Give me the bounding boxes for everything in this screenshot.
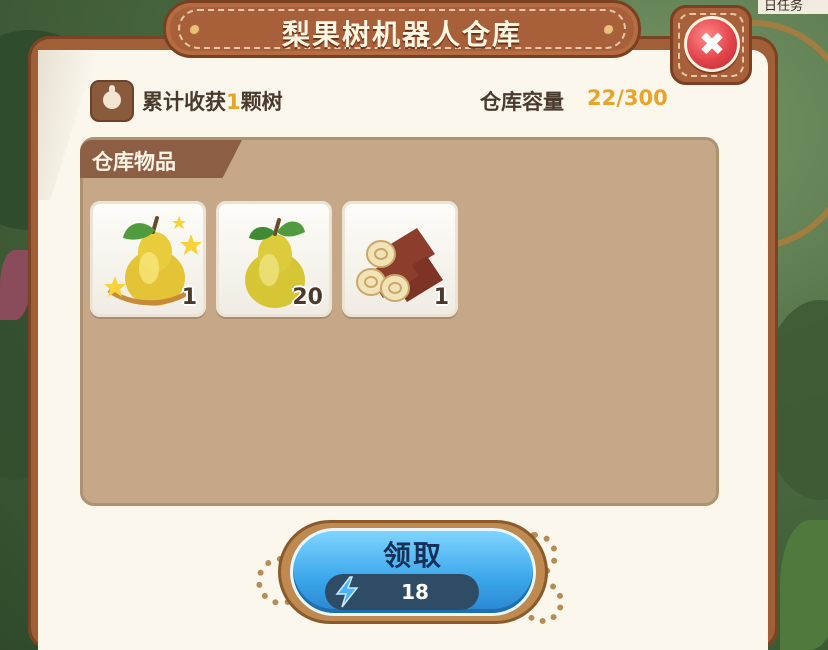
corner-task-label: 日任务: [758, 0, 828, 14]
item-count: 1: [433, 285, 449, 310]
capacity-value: 22/300: [587, 86, 668, 110]
energy-cost-value: 18: [401, 580, 429, 604]
close-button-holder: ✖: [670, 5, 752, 85]
title-banner: 梨果树机器人仓库: [163, 0, 641, 58]
harvest-bag-icon: [90, 80, 134, 122]
window-title: 梨果树机器人仓库: [281, 18, 522, 51]
item-slot-golden-pear[interactable]: 1: [90, 201, 206, 317]
item-slot-pear[interactable]: 20: [216, 201, 332, 317]
item-slot-wood-logs[interactable]: 1: [342, 201, 458, 317]
claim-button-label: 领取: [382, 539, 443, 572]
close-button[interactable]: ✖: [684, 16, 740, 72]
item-count: 20: [292, 285, 323, 310]
harvest-summary: 累计收获1颗树: [142, 86, 283, 116]
harvest-prefix: 累计收获: [142, 90, 226, 114]
close-icon: ✖: [698, 25, 726, 63]
capacity-label: 仓库容量: [480, 90, 564, 114]
lightning-icon: [335, 576, 359, 608]
harvest-suffix: 颗树: [240, 90, 283, 114]
storage-grid: [80, 137, 719, 506]
storage-tab-label: 仓库物品: [92, 150, 176, 174]
harvest-count: 1: [226, 90, 241, 114]
item-count: 1: [181, 285, 197, 310]
